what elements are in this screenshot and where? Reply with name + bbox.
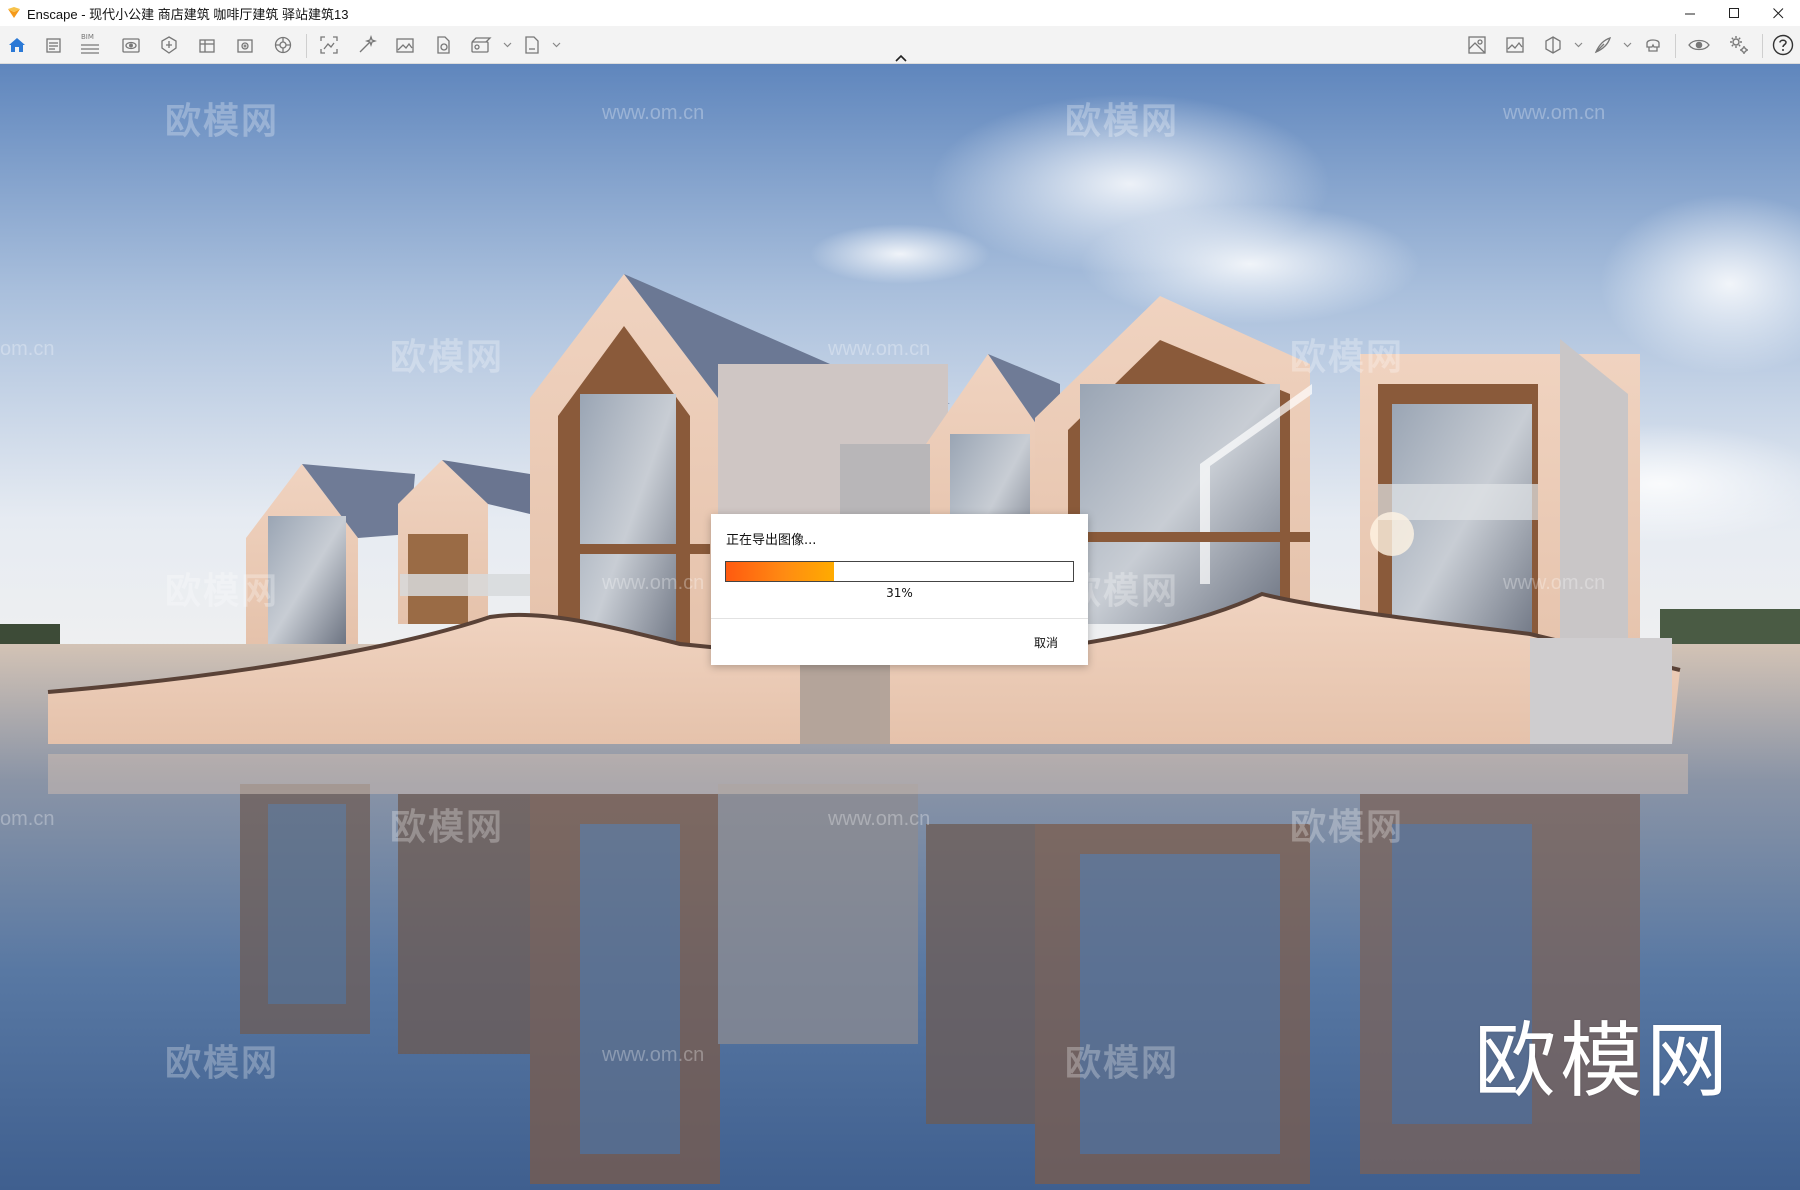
gallery-button[interactable] [394, 34, 416, 56]
window-controls [1668, 0, 1800, 26]
help-button[interactable] [1772, 34, 1794, 56]
annotation-button[interactable] [1592, 34, 1614, 56]
vr-headset-button[interactable] [1642, 34, 1664, 56]
view-toggle-button[interactable] [1688, 34, 1710, 56]
video-editor-button[interactable] [470, 34, 492, 56]
maximize-button[interactable] [1712, 0, 1756, 26]
material-editor-button[interactable] [196, 34, 218, 56]
close-button[interactable] [1756, 0, 1800, 26]
settings-button[interactable] [1728, 34, 1750, 56]
annotation-dropdown-icon[interactable] [1623, 40, 1632, 49]
annotation-icon [1594, 36, 1612, 54]
help-icon [1772, 34, 1794, 56]
atmosphere-button[interactable] [272, 34, 294, 56]
batch-render-icon [359, 35, 377, 53]
section-dropdown-icon[interactable] [1574, 40, 1583, 49]
asset-library-icon [161, 36, 177, 54]
minimize-icon [1684, 13, 1695, 14]
close-icon [1772, 7, 1783, 18]
site-context-button[interactable] [1504, 34, 1526, 56]
screenshot-icon [320, 36, 338, 54]
progress-bar-fill [726, 562, 834, 581]
asset-library-button[interactable] [158, 34, 180, 56]
batch-render-button[interactable] [356, 34, 378, 56]
progress-percent-label: 31% [886, 586, 913, 600]
web-standalone-icon [525, 36, 539, 54]
gear-icon [1730, 36, 1748, 54]
video-editor-dropdown-icon[interactable] [503, 40, 512, 49]
section-button[interactable] [1542, 34, 1564, 56]
minimap-button[interactable] [1466, 34, 1488, 56]
export-icon [437, 36, 450, 54]
maximize-icon [1728, 7, 1739, 18]
window-title: Enscape - 现代小公建 商店建筑 咖啡厅建筑 驿站建筑13 [27, 6, 349, 22]
bim-badge: BIM [81, 33, 94, 41]
asset-editor-icon [237, 39, 253, 53]
bim-button[interactable]: BIM [79, 33, 101, 56]
asset-editor-button[interactable] [234, 34, 256, 56]
progress-bar [725, 561, 1074, 582]
dialog-title: 正在导出图像... [726, 533, 817, 548]
toolbar-separator [1762, 34, 1763, 58]
home-button[interactable] [6, 34, 28, 56]
dialog-divider [711, 618, 1088, 619]
minimize-button[interactable] [1668, 0, 1712, 26]
vr-headset-icon [1646, 39, 1660, 52]
cancel-button[interactable]: 取消 [1034, 634, 1058, 651]
web-standalone-button[interactable] [521, 34, 543, 56]
export-button[interactable] [432, 34, 454, 56]
home-icon [9, 38, 25, 52]
brand-logo-watermark: 欧模网 [1474, 1014, 1733, 1109]
video-editor-icon [471, 37, 492, 53]
collapse-toolbar-icon[interactable] [894, 53, 908, 63]
minimap-icon [1468, 36, 1486, 54]
visual-settings-icon [122, 38, 140, 53]
toolbar-separator [306, 34, 307, 58]
title-bar: Enscape - 现代小公建 商店建筑 咖啡厅建筑 驿站建筑13 [0, 0, 1800, 26]
export-progress-dialog: 正在导出图像... 31% 取消 [711, 514, 1088, 665]
site-context-icon [1506, 37, 1524, 53]
views-icon [46, 38, 61, 53]
export-dropdown-icon[interactable] [552, 40, 561, 49]
eye-icon [1688, 39, 1710, 51]
visual-settings-button[interactable] [120, 34, 142, 56]
atmosphere-icon [274, 36, 292, 54]
toolbar-separator [1675, 34, 1676, 58]
views-button[interactable] [43, 34, 65, 56]
gallery-icon [396, 38, 414, 53]
section-icon [1545, 36, 1561, 54]
material-editor-icon [199, 39, 215, 53]
screenshot-button[interactable] [318, 34, 340, 56]
enscape-logo-icon [8, 7, 20, 18]
